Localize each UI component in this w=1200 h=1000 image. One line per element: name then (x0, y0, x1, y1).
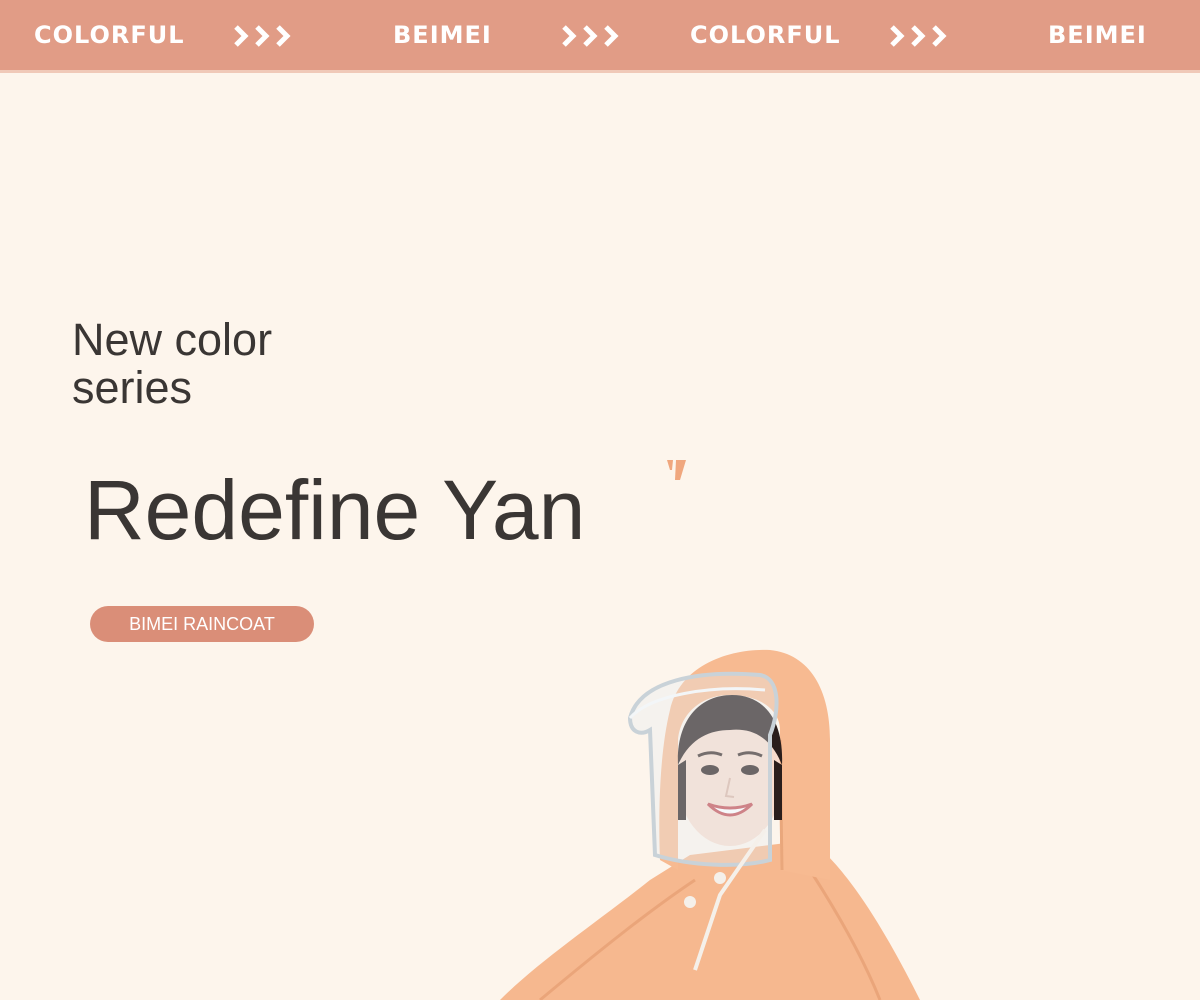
hero-subtitle: New color series (72, 316, 273, 411)
top-banner: COLORFUL BEIMEI COLORFUL BEIMEI (0, 0, 1200, 73)
banner-word-beimei: BEIMEI (1048, 21, 1147, 49)
triple-chevron-right-icon (562, 25, 619, 47)
banner-word-beimei: BEIMEI (393, 21, 492, 49)
banner-word-colorful: COLORFUL (690, 21, 841, 49)
hero-title: Redefine Yan (84, 463, 586, 557)
raincoat-model-image (500, 649, 920, 1000)
triple-chevron-right-icon (890, 25, 947, 47)
orange-apostrophe-mark (667, 460, 686, 480)
banner-word-colorful: COLORFUL (34, 21, 185, 49)
brand-badge: BIMEI RAINCOAT (90, 606, 314, 642)
triple-chevron-right-icon (234, 25, 291, 47)
